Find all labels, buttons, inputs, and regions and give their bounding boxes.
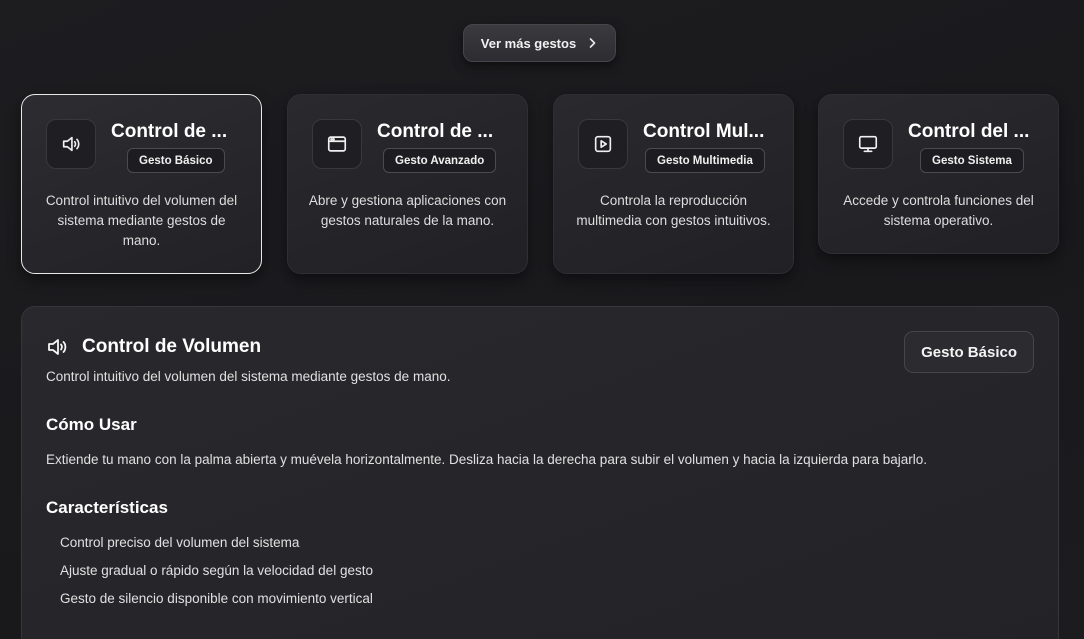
card-icon-box [312, 119, 362, 169]
card-title: Control de ... [111, 121, 228, 142]
detail-subtitle: Control intuitivo del volumen del sistem… [46, 369, 451, 384]
features-heading: Características [46, 498, 168, 517]
card-description: Controla la reproducción multimedia con … [576, 193, 771, 228]
feature-item: Control preciso del volumen del sistema [60, 535, 300, 550]
detail-badge: Gesto Básico [904, 331, 1034, 373]
card-title: Control Mul... [643, 121, 765, 142]
play-icon [594, 135, 612, 153]
feature-item: Gesto de silencio disponible con movimie… [60, 591, 373, 606]
card-description: Abre y gestiona aplicaciones con gestos … [308, 193, 507, 228]
detail-header: Control de Volumen [46, 335, 261, 359]
volume-icon [48, 339, 67, 355]
detail-title: Control de Volumen [82, 336, 262, 357]
feature-item: Ajuste gradual o rápido según la velocid… [60, 563, 373, 578]
gesture-card-system[interactable]: Control del ... Gesto Sistema Accede y c… [818, 94, 1059, 254]
gesture-detail-panel: Control de Volumen Control intuitivo del… [21, 306, 1059, 639]
card-icon-box [46, 119, 96, 169]
card-description: Control intuitivo del volumen del sistem… [45, 193, 238, 248]
card-title: Control del ... [908, 121, 1030, 142]
card-badge: Gesto Avanzado [383, 148, 497, 173]
card-badge: Gesto Básico [127, 148, 225, 173]
card-badge: Gesto Sistema [920, 148, 1024, 173]
chevron-right-icon [589, 38, 596, 48]
how-to-heading: Cómo Usar [46, 415, 137, 434]
card-icon-box [578, 119, 628, 169]
volume-icon [62, 136, 80, 152]
monitor-icon [858, 135, 878, 153]
card-badge: Gesto Multimedia [645, 148, 765, 173]
card-description: Accede y controla funciones del sistema … [843, 193, 1034, 228]
how-to-text: Extiende tu mano con la palma abierta y … [46, 452, 927, 467]
see-more-gestures-button[interactable]: Ver más gestos [463, 24, 616, 62]
see-more-gestures-label: Ver más gestos [480, 35, 577, 51]
app-window-icon [327, 136, 347, 152]
card-icon-box [843, 119, 893, 169]
features-list: Control preciso del volumen del sistema … [60, 535, 373, 619]
gesture-card-volume[interactable]: Control de ... Gesto Básico Control intu… [21, 94, 262, 274]
gesture-card-applications[interactable]: Control de ... Gesto Avanzado Abre y ges… [287, 94, 528, 274]
card-title: Control de ... [377, 121, 494, 142]
gesture-card-multimedia[interactable]: Control Mul... Gesto Multimedia Controla… [553, 94, 794, 274]
